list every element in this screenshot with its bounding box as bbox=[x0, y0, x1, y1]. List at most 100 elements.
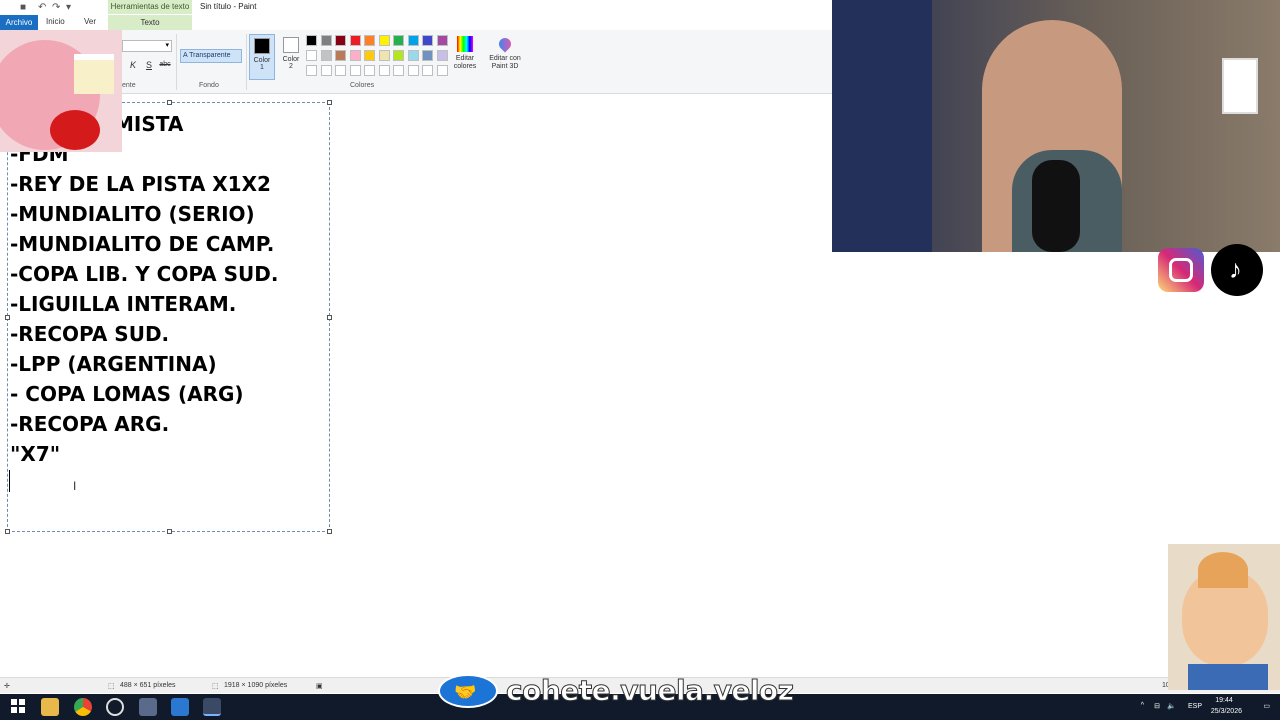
custom-color-slot[interactable] bbox=[393, 65, 404, 76]
steam-icon[interactable] bbox=[106, 698, 124, 716]
file-explorer-icon[interactable] bbox=[41, 698, 59, 716]
palette-swatch[interactable] bbox=[320, 35, 332, 46]
date[interactable]: 25/3/2026 bbox=[1211, 708, 1242, 715]
separator bbox=[176, 34, 177, 90]
palette-swatch[interactable] bbox=[407, 50, 419, 61]
custom-color-slot[interactable] bbox=[436, 65, 448, 76]
font-size-dropdown[interactable]: ▾ bbox=[122, 40, 172, 52]
cake-icon bbox=[74, 54, 114, 94]
colors-group-label: Colores bbox=[350, 82, 375, 89]
instagram-icon bbox=[1158, 248, 1204, 292]
palette-swatch[interactable] bbox=[436, 35, 448, 46]
tab-home[interactable]: Inicio bbox=[46, 17, 65, 26]
selection-size-icon: ⬚ bbox=[108, 683, 115, 690]
photos-icon[interactable] bbox=[171, 698, 189, 716]
custom-color-slot[interactable] bbox=[349, 65, 361, 76]
text-line: -LIGUILLA INTERAM. bbox=[10, 292, 237, 316]
custom-color-slot[interactable] bbox=[320, 65, 332, 76]
opaque-button[interactable] bbox=[182, 36, 242, 48]
redo-icon[interactable]: ↷ bbox=[52, 3, 62, 13]
volume-icon[interactable]: 🔈 bbox=[1167, 702, 1176, 710]
resize-handle[interactable] bbox=[327, 100, 332, 105]
tab-view[interactable]: Ver bbox=[84, 17, 96, 26]
resize-handle[interactable] bbox=[167, 529, 172, 534]
custom-color-slot[interactable] bbox=[364, 65, 375, 76]
channel-banner: 🤝 cohete.vuela.veloz bbox=[436, 672, 836, 712]
microphone bbox=[1032, 160, 1080, 252]
language-indicator[interactable]: ESP bbox=[1188, 703, 1202, 710]
palette-swatch[interactable] bbox=[349, 35, 361, 46]
transparent-button[interactable]: A Transparente bbox=[180, 49, 242, 63]
palette-swatch[interactable] bbox=[306, 50, 317, 61]
tiktok-icon: ♪ bbox=[1211, 244, 1263, 296]
edit-with-paint3d-button[interactable]: Editar con Paint 3D bbox=[486, 34, 524, 71]
palette-swatch[interactable] bbox=[349, 50, 361, 61]
color2-swatch bbox=[283, 37, 299, 53]
custom-color-slot[interactable] bbox=[422, 65, 433, 76]
chrome-icon[interactable] bbox=[74, 698, 92, 716]
palette-swatch[interactable] bbox=[335, 35, 346, 46]
palette-swatch[interactable] bbox=[364, 50, 375, 61]
text-line: - COPA LOMAS (ARG) bbox=[10, 382, 244, 406]
edit-colors-label-2: colores bbox=[453, 63, 477, 70]
tab-file[interactable]: Archivo bbox=[0, 15, 38, 30]
transparent-label: Transparente bbox=[189, 52, 231, 59]
kirby-foot bbox=[50, 110, 100, 150]
custom-color-slot[interactable] bbox=[407, 65, 419, 76]
resize-handle[interactable] bbox=[327, 529, 332, 534]
edit-colors-label: Editar bbox=[455, 55, 475, 62]
text-box[interactable]: MISTA -FDM -REY DE LA PISTA X1X2 -MUNDIA… bbox=[5, 100, 332, 534]
palette-swatch[interactable] bbox=[335, 50, 346, 61]
poster bbox=[1222, 58, 1258, 114]
color-spectrum-icon bbox=[457, 36, 473, 52]
resize-handle[interactable] bbox=[5, 529, 10, 534]
italic-button[interactable]: K bbox=[126, 58, 140, 72]
text-tools-context-header: Herramientas de texto bbox=[108, 0, 192, 14]
strikethrough-button[interactable]: abc bbox=[158, 58, 172, 72]
resize-handle[interactable] bbox=[327, 315, 332, 320]
app-icon[interactable] bbox=[139, 698, 157, 716]
palette-swatch[interactable] bbox=[378, 35, 390, 46]
notification-icon[interactable]: ▭ bbox=[1263, 702, 1270, 710]
underline-s-button[interactable]: S bbox=[142, 58, 156, 72]
save-icon[interactable]: ■ bbox=[20, 3, 30, 13]
edit-colors-button[interactable]: Editar colores bbox=[452, 34, 478, 71]
background-group-label: Fondo bbox=[199, 82, 219, 89]
tintin-hair bbox=[1198, 552, 1248, 588]
ibeam-cursor-icon: I bbox=[73, 479, 77, 493]
customize-toolbar-icon[interactable]: ▾ bbox=[66, 3, 76, 13]
palette-swatch[interactable] bbox=[407, 35, 419, 46]
resize-handle[interactable] bbox=[167, 100, 172, 105]
network-icon[interactable]: ⊟ bbox=[1154, 702, 1160, 710]
separator bbox=[246, 34, 247, 90]
custom-color-slot[interactable] bbox=[378, 65, 390, 76]
palette-swatch[interactable] bbox=[364, 35, 375, 46]
color1-button[interactable]: Color 1 bbox=[249, 34, 275, 80]
undo-icon[interactable]: ↶ bbox=[38, 3, 48, 13]
paint-icon[interactable] bbox=[203, 698, 221, 716]
palette-swatch[interactable] bbox=[320, 50, 332, 61]
palette-swatch[interactable] bbox=[436, 50, 448, 61]
ribbon: ▾ K S abc ente A Transparente Fondo Colo… bbox=[0, 30, 832, 94]
clock[interactable]: 19:44 bbox=[1204, 697, 1244, 704]
text-line: -RECOPA ARG. bbox=[10, 412, 170, 436]
paint3d-icon bbox=[496, 35, 514, 53]
custom-color-slot[interactable] bbox=[306, 65, 317, 76]
curtain bbox=[832, 0, 932, 252]
tintin-sticker bbox=[1168, 544, 1280, 690]
palette-swatch[interactable] bbox=[422, 35, 433, 46]
palette-swatch[interactable] bbox=[393, 35, 404, 46]
text-content[interactable]: MISTA -FDM -REY DE LA PISTA X1X2 -MUNDIA… bbox=[10, 109, 278, 469]
palette-swatch[interactable] bbox=[393, 50, 404, 61]
tray-chevron-icon[interactable]: ^ bbox=[1141, 702, 1144, 709]
windows-start-icon[interactable] bbox=[10, 698, 28, 716]
palette-swatch[interactable] bbox=[378, 50, 390, 61]
palette-swatch[interactable] bbox=[306, 35, 317, 46]
text-line: -REY DE LA PISTA X1X2 bbox=[10, 172, 271, 196]
tab-text[interactable]: Texto bbox=[108, 15, 192, 30]
custom-color-slot[interactable] bbox=[335, 65, 346, 76]
palette-swatch[interactable] bbox=[422, 50, 433, 61]
color1-number: 1 bbox=[260, 64, 264, 71]
paint3d-label: Editar con bbox=[489, 55, 521, 62]
color2-button[interactable]: Color 2 bbox=[278, 34, 304, 80]
